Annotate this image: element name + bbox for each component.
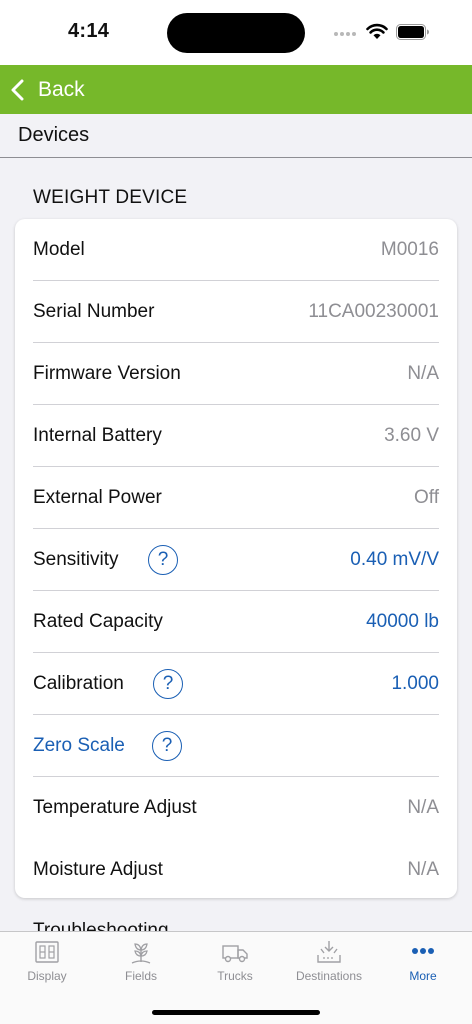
navigation-bar: Back [0, 65, 472, 114]
row-value: N/A [407, 363, 439, 384]
row-model: Model M0016 [15, 219, 457, 281]
sensitivity-value[interactable]: 0.40 mV/V [350, 529, 439, 591]
tab-label: Display [27, 969, 67, 983]
tab-label: Fields [124, 969, 157, 983]
help-button[interactable]: ? [148, 545, 178, 575]
row-value: M0016 [380, 239, 439, 260]
help-button[interactable]: ? [153, 669, 183, 699]
row-value: 3.60 V [384, 425, 439, 446]
back-button[interactable]: Back [8, 65, 85, 114]
row-value: N/A [407, 797, 439, 818]
chevron-left-icon [11, 79, 24, 100]
destinations-icon [317, 941, 341, 963]
row-label: Rated Capacity [33, 611, 163, 632]
tab-destinations[interactable]: Destinations [282, 932, 376, 992]
tab-label: Destinations [295, 969, 363, 983]
row-label: External Power [33, 487, 162, 508]
status-time: 4:14 [68, 20, 110, 42]
row-sensitivity[interactable]: Sensitivity ? 0.40 mV/V [15, 529, 457, 591]
row-internal-battery: Internal Battery 3.60 V [15, 405, 457, 467]
row-label: Firmware Version [33, 363, 181, 384]
row-temperature-adjust: Temperature Adjust N/A [15, 777, 457, 839]
tab-more[interactable]: More [376, 932, 470, 992]
dynamic-island [167, 13, 305, 53]
battery-icon [396, 24, 429, 40]
row-value: 11CA00230001 [308, 301, 439, 322]
help-button[interactable]: ? [152, 731, 182, 761]
row-label: Temperature Adjust [33, 797, 197, 818]
tab-label: More [409, 969, 437, 983]
tab-trucks[interactable]: Trucks [188, 932, 282, 992]
calibration-value[interactable]: 1.000 [391, 653, 439, 715]
row-label: Internal Battery [33, 425, 162, 446]
row-moisture-adjust: Moisture Adjust N/A [15, 839, 457, 898]
page-header: Devices [0, 114, 472, 158]
tab-fields[interactable]: Fields [94, 932, 188, 992]
display-icon [35, 941, 59, 963]
section-header: WEIGHT DEVICE [33, 187, 188, 208]
row-value: Off [414, 487, 439, 508]
home-indicator [152, 1010, 320, 1015]
page-title: Devices [18, 124, 90, 146]
wifi-icon [366, 23, 388, 39]
row-zero-scale[interactable]: Zero Scale ? [15, 715, 457, 777]
row-firmware-version: Firmware Version N/A [15, 343, 457, 405]
row-external-power: External Power Off [15, 467, 457, 529]
row-label: Sensitivity [33, 549, 119, 570]
row-rated-capacity[interactable]: Rated Capacity 40000 lb [15, 591, 457, 653]
tab-display[interactable]: Display [0, 932, 94, 992]
weight-device-card: Model M0016 Serial Number 11CA00230001 F… [15, 219, 457, 898]
row-calibration[interactable]: Calibration ? 1.000 [15, 653, 457, 715]
cellular-signal-icon [334, 30, 360, 38]
row-value: N/A [407, 859, 439, 880]
zero-scale-button[interactable]: Zero Scale [33, 715, 125, 777]
rated-capacity-value[interactable]: 40000 lb [366, 591, 439, 653]
truck-icon [222, 945, 248, 963]
fields-icon [131, 943, 151, 964]
back-button-label: Back [38, 77, 85, 101]
more-icon [412, 948, 434, 954]
row-label: Calibration [33, 673, 124, 694]
row-serial-number: Serial Number 11CA00230001 [15, 281, 457, 343]
tab-label: Trucks [217, 969, 253, 983]
status-bar: 4:14 [0, 0, 472, 65]
row-label: Moisture Adjust [33, 859, 163, 880]
row-label: Model [33, 239, 85, 260]
row-label: Serial Number [33, 301, 155, 322]
